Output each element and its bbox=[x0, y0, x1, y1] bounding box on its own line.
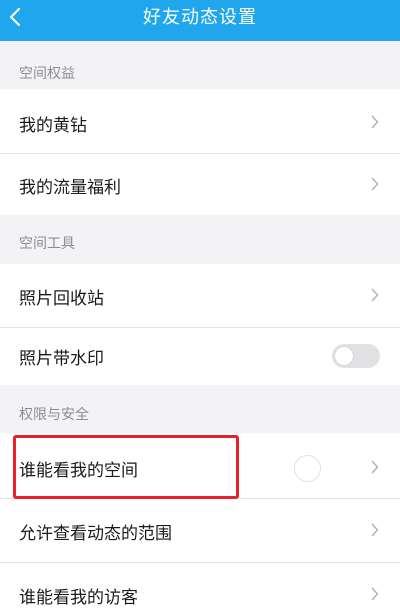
row-label: 照片带水印 bbox=[19, 349, 104, 369]
section-title: 空间权益 bbox=[19, 66, 75, 82]
section-title: 空间工具 bbox=[19, 236, 75, 252]
chevron-right-icon bbox=[371, 460, 379, 474]
section-header-space-tools: 空间工具 bbox=[0, 215, 400, 264]
watermark-toggle[interactable] bbox=[332, 344, 380, 368]
chevron-right-icon bbox=[371, 177, 379, 191]
touch-indicator-circle bbox=[294, 455, 321, 482]
toggle-knob bbox=[335, 347, 353, 365]
row-who-can-see-my-visitors[interactable]: 谁能看我的访客 bbox=[0, 563, 400, 616]
row-label: 谁能看我的空间 bbox=[19, 461, 138, 481]
chevron-right-icon bbox=[371, 523, 379, 537]
row-my-yellow-diamond[interactable]: 我的黄钻 bbox=[0, 89, 400, 154]
section-header-space-benefits: 空间权益 bbox=[0, 41, 400, 89]
row-feed-visibility-range[interactable]: 允许查看动态的范围 bbox=[0, 499, 400, 563]
row-my-data-benefits[interactable]: 我的流量福利 bbox=[0, 154, 400, 215]
row-label: 照片回收站 bbox=[19, 289, 104, 309]
row-label: 谁能看我的访客 bbox=[19, 588, 138, 608]
row-label: 我的黄钻 bbox=[19, 116, 87, 136]
row-photo-recycle-bin[interactable]: 照片回收站 bbox=[0, 264, 400, 328]
page-title: 好友动态设置 bbox=[143, 7, 257, 28]
row-photo-watermark: 照片带水印 bbox=[0, 328, 400, 385]
top-bar: 好友动态设置 bbox=[0, 0, 400, 41]
chevron-right-icon bbox=[371, 115, 379, 129]
chevron-right-icon bbox=[371, 587, 379, 601]
section-title: 权限与安全 bbox=[19, 407, 89, 423]
row-label: 我的流量福利 bbox=[19, 178, 121, 198]
section-header-privacy-security: 权限与安全 bbox=[0, 385, 400, 433]
row-label: 允许查看动态的范围 bbox=[19, 524, 172, 544]
row-who-can-see-my-space[interactable]: 谁能看我的空间 bbox=[0, 433, 400, 499]
chevron-right-icon bbox=[371, 288, 379, 302]
